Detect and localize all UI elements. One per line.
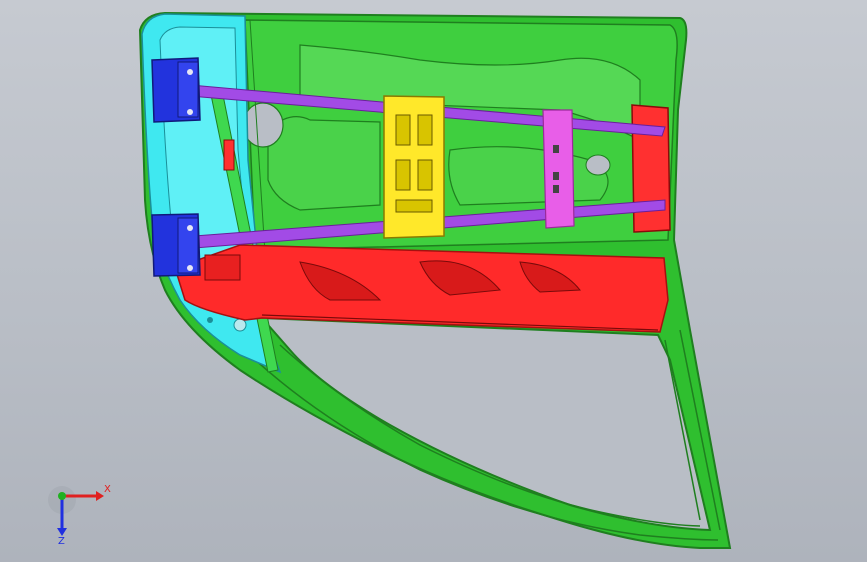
pink-bracket[interactable] <box>542 109 575 229</box>
cad-3d-viewport[interactable] <box>0 0 867 562</box>
orientation-triad: X Z <box>48 484 111 546</box>
z-axis-arrowhead <box>57 528 67 536</box>
z-axis-label: Z <box>58 536 65 546</box>
center-plate[interactable] <box>383 95 445 239</box>
x-axis-arrowhead <box>96 491 104 501</box>
clamp-block-top[interactable] <box>151 57 201 123</box>
x-axis-label: X <box>104 484 111 495</box>
clamp-block-bottom[interactable] <box>151 213 201 277</box>
latch-plate[interactable] <box>631 104 671 233</box>
y-axis-dot <box>58 492 66 500</box>
hinge-red-marker <box>223 139 235 171</box>
belt-reinforcement[interactable] <box>174 244 669 333</box>
